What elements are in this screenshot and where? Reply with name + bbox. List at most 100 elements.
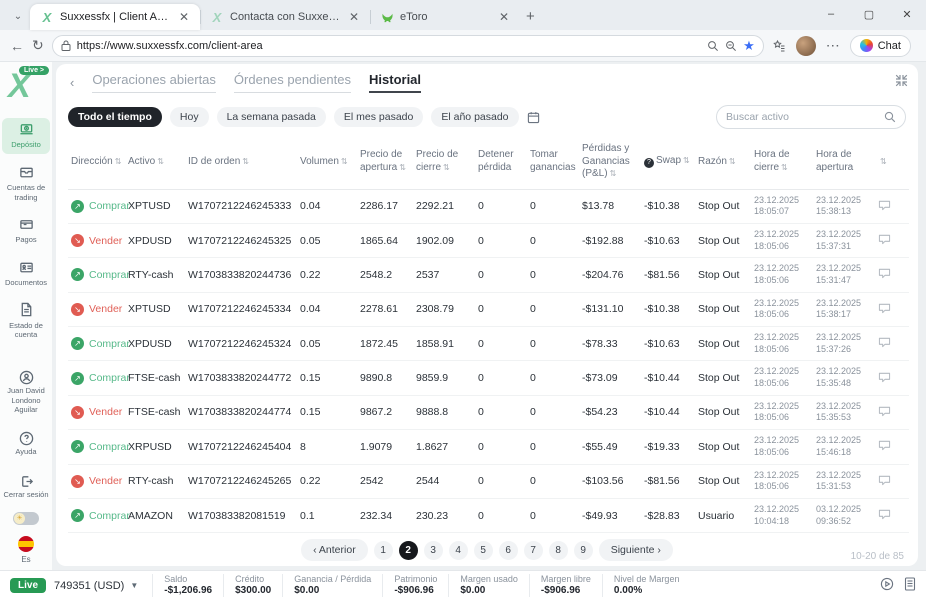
theme-toggle[interactable]: ☀ (13, 512, 39, 525)
page-button[interactable]: 8 (549, 541, 568, 560)
filter-pill[interactable]: La semana pasada (217, 107, 326, 127)
comment-icon[interactable] (878, 302, 891, 314)
visual-search-icon[interactable] (707, 40, 719, 52)
collections-icon[interactable] (772, 39, 786, 53)
copilot-chat-button[interactable]: Chat (850, 35, 911, 57)
sort-icon[interactable]: ⇅ (157, 157, 164, 166)
next-page-button[interactable]: Siguiente › (599, 539, 673, 561)
sort-icon[interactable]: ⇅ (341, 157, 348, 166)
page-button[interactable]: 4 (449, 541, 468, 560)
browser-tab[interactable]: XContacta con SuxxessFX✕ (200, 4, 370, 30)
comment-icon[interactable] (878, 233, 891, 245)
page-button[interactable]: 9 (574, 541, 593, 560)
play-circle-icon[interactable] (880, 577, 894, 594)
page-button[interactable]: 1 (374, 541, 393, 560)
column-header[interactable]: ID de orden⇅ (185, 139, 297, 189)
order-id-cell: W1707212246245324 (185, 327, 297, 361)
comment-icon[interactable] (878, 508, 891, 520)
back-chevron-icon[interactable]: ‹ (70, 75, 74, 90)
journal-icon[interactable] (904, 577, 916, 594)
filter-pill[interactable]: El mes pasado (334, 107, 423, 127)
search-input[interactable] (726, 111, 878, 123)
comment-icon[interactable] (878, 336, 891, 348)
search-icon[interactable] (884, 111, 896, 123)
tab-close-icon[interactable]: ✕ (496, 10, 512, 24)
column-header[interactable]: Volumen⇅ (297, 139, 357, 189)
sort-icon[interactable]: ⇅ (880, 157, 887, 166)
column-header[interactable]: Hora de cierre⇅ (751, 139, 813, 189)
sort-icon[interactable]: ⇅ (399, 163, 406, 172)
sidebar-item-logout[interactable]: Cerrar sesión (2, 470, 50, 503)
comment-icon[interactable] (878, 267, 891, 279)
calendar-icon[interactable] (527, 111, 540, 124)
spanish-flag-icon[interactable] (18, 536, 34, 552)
filter-pill[interactable]: Todo el tiempo (68, 107, 162, 127)
sort-icon[interactable]: ⇅ (729, 157, 736, 166)
sort-icon[interactable]: ⇅ (781, 163, 788, 172)
column-header[interactable]: Activo⇅ (125, 139, 185, 189)
sidebar-item-deposit[interactable]: Depósito (2, 118, 50, 154)
tab-search-chevron-icon[interactable]: ⌄ (6, 5, 30, 27)
zoom-icon[interactable] (725, 40, 737, 52)
column-header[interactable]: Pérdidas y Ganancias (P&L)⇅ (579, 139, 641, 189)
maximize-button[interactable]: ▢ (850, 0, 888, 28)
sidebar-item-profile[interactable]: Juan David Londono Aguilar (2, 366, 50, 418)
tab-close-icon[interactable]: ✕ (176, 10, 192, 24)
sidebar-item-documents[interactable]: Documentos (2, 256, 50, 292)
live-badge[interactable]: Live > (19, 66, 49, 75)
sidebar-item-help[interactable]: Ayuda (2, 427, 50, 460)
column-header[interactable]: Precio de apertura⇅ (357, 139, 413, 189)
column-header[interactable]: Dirección⇅ (68, 139, 125, 189)
account-selector[interactable]: 749351 (USD)▼ (54, 580, 138, 592)
sort-icon[interactable]: ⇅ (242, 157, 249, 166)
refresh-icon[interactable]: ↻ (32, 37, 44, 54)
sidebar-item-payments[interactable]: Pagos (2, 213, 50, 249)
minimize-button[interactable]: – (812, 0, 850, 28)
favorite-star-icon[interactable]: ★ (743, 38, 755, 54)
sidebar-item-trading-accounts[interactable]: Cuentas de trading (2, 161, 50, 206)
tab-historial[interactable]: Historial (369, 72, 421, 93)
tab-operaciones-abiertas[interactable]: Operaciones abiertas (92, 72, 216, 93)
sort-icon[interactable]: ⇅ (610, 169, 617, 178)
asset-cell: XPTUSD (125, 292, 185, 326)
comment-icon[interactable] (878, 439, 891, 451)
collapse-icon[interactable] (895, 74, 908, 90)
sell-direction: ↘Vender (71, 234, 122, 247)
profile-avatar[interactable] (796, 36, 816, 56)
comment-icon[interactable] (878, 405, 891, 417)
page-button[interactable]: 7 (524, 541, 543, 560)
reason-cell: Stop Out (695, 223, 751, 257)
column-header[interactable]: ⇅ (875, 139, 909, 189)
new-tab-button[interactable]: + (526, 8, 535, 25)
tab-órdenes-pendientes[interactable]: Órdenes pendientes (234, 72, 351, 93)
page-button[interactable]: 6 (499, 541, 518, 560)
page-button[interactable]: 3 (424, 541, 443, 560)
prev-page-button[interactable]: ‹ Anterior (301, 539, 368, 561)
back-icon[interactable]: ← (10, 38, 24, 54)
column-header[interactable]: ?Swap⇅ (641, 139, 695, 189)
column-header[interactable]: Razón⇅ (695, 139, 751, 189)
comment-icon[interactable] (878, 474, 891, 486)
filter-pill[interactable]: Hoy (170, 107, 209, 127)
sort-icon[interactable]: ⇅ (443, 163, 450, 172)
sidebar-item-statement[interactable]: Estado de cuenta (2, 298, 50, 343)
comment-icon[interactable] (878, 199, 891, 211)
tab-close-icon[interactable]: ✕ (346, 10, 362, 24)
filter-pill[interactable]: El año pasado (431, 107, 518, 127)
address-bar[interactable]: https://www.suxxessfx.com/client-area ★ (52, 35, 764, 57)
comment-icon[interactable] (878, 371, 891, 383)
sort-icon[interactable]: ⇅ (115, 157, 122, 166)
column-header[interactable]: Precio de cierre⇅ (413, 139, 475, 189)
close-button[interactable]: ✕ (888, 0, 926, 28)
close-price-cell: 1902.09 (413, 223, 475, 257)
page-button[interactable]: 2 (399, 541, 418, 560)
browser-tab[interactable]: eToro✕ (370, 4, 520, 30)
payments-icon (19, 217, 34, 234)
more-menu-icon[interactable]: ⋯ (826, 37, 840, 54)
browser-tab[interactable]: XSuxxessfx | Client Area✕ (30, 4, 200, 30)
sort-icon[interactable]: ⇅ (683, 156, 690, 165)
page-button[interactable]: 5 (474, 541, 493, 560)
asset-cell: XPTUSD (125, 189, 185, 223)
asset-cell: FTSE-cash (125, 395, 185, 429)
take-profit-cell: 0 (527, 189, 579, 223)
